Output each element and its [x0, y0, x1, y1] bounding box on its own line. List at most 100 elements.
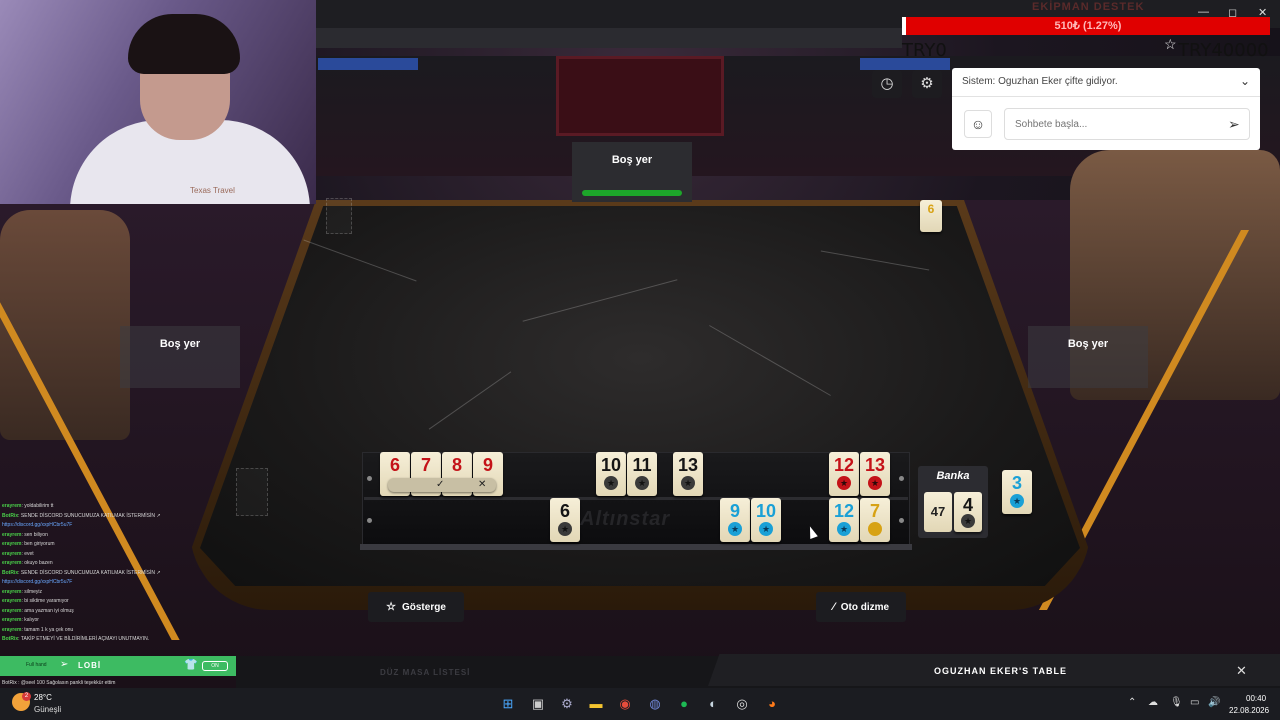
microphone-icon[interactable]: 🎙	[1170, 697, 1183, 708]
twitch-chat-user: erayrem	[2, 541, 22, 547]
shirt-icon[interactable]: 👕	[184, 658, 198, 671]
webcam-shirt-text: Texas Travel	[190, 186, 235, 195]
discard-slot-left[interactable]	[236, 468, 268, 516]
tile-number: 9	[729, 501, 740, 521]
chrome-icon[interactable]: ◉	[616, 695, 634, 713]
chevron-down-icon[interactable]: ⌄	[1240, 74, 1250, 88]
steam-icon[interactable]: ◐	[704, 695, 722, 713]
task-view-icon[interactable]: ▣	[529, 695, 547, 713]
file-explorer-icon[interactable]: ▬	[587, 695, 605, 713]
app-icon[interactable]: ◎	[733, 695, 751, 713]
star-icon: ★	[961, 514, 975, 528]
volume-icon[interactable]: 🔊	[1208, 697, 1220, 708]
rack-tile[interactable]: 12 ★	[829, 498, 859, 542]
close-icon[interactable]: ✕	[1236, 663, 1247, 679]
rack-base	[360, 544, 912, 550]
spotify-icon[interactable]: ●	[675, 695, 693, 713]
tile-number: 6	[927, 202, 935, 216]
twitch-chat-line: erayrem: evet	[2, 550, 236, 560]
rack-tile[interactable]: 12 ★	[829, 452, 859, 496]
twitch-chat-user: erayrem	[2, 531, 22, 538]
rack-tile[interactable]: 9 ★	[720, 498, 750, 542]
tile-number: 4	[962, 495, 973, 515]
rack-rivet	[367, 518, 372, 523]
twitch-chat-line: BotRix: SENDE DİSCORD SUNUCUMUZA KATILMA…	[2, 569, 236, 579]
maximize-icon[interactable]: ◻	[1228, 6, 1237, 19]
minimize-icon[interactable]: —	[1198, 6, 1209, 18]
rack-tile[interactable]: 13 ★	[860, 452, 890, 496]
rack-tile[interactable]: 10 ★	[596, 452, 626, 496]
lobby-toggle[interactable]: ON	[202, 661, 228, 671]
discord-icon[interactable]: ◍	[646, 695, 664, 713]
windows-start-icon[interactable]: ⊞	[499, 695, 517, 713]
tile-number: 13	[677, 455, 699, 475]
close-icon[interactable]: ✕	[478, 478, 486, 492]
twitch-chat-user: BotRix	[2, 512, 19, 519]
twitch-chat-text: : ben giriyorum	[21, 541, 55, 547]
twitch-chat-user: BotRix	[2, 636, 19, 642]
timer-icon[interactable]: ◷	[872, 70, 902, 98]
check-icon[interactable]: ✓	[436, 478, 444, 492]
extra-tile[interactable]: 3 ★	[1002, 470, 1032, 514]
goal-target: TRY40000	[1178, 40, 1269, 61]
magic-wand-icon: ⁄	[832, 601, 835, 613]
tile-number: 10	[755, 501, 777, 521]
settings-app-icon[interactable]: ⚙	[558, 695, 576, 713]
twitch-chat-text[interactable]: https://discord.gg/xxpHCbr5u7F	[2, 522, 72, 528]
rack-tile[interactable]: 7	[860, 498, 890, 542]
twitch-chat-text[interactable]: https://discord.gg/xxpHCbr5u7F	[2, 579, 72, 585]
discard-tile[interactable]: 6	[920, 200, 942, 232]
twitch-chat-user: BotRix	[2, 569, 19, 576]
oto-dizme-button[interactable]: ⁄ Oto dizme	[816, 592, 906, 622]
twitch-chat-user: erayrem	[2, 560, 22, 566]
tile-number: 8	[451, 455, 462, 475]
rack-tile[interactable]: 6 ★	[550, 498, 580, 542]
meld-bar: ✓ ✕	[388, 478, 496, 492]
twitch-chat-last-line: BotRix : @seel 100 Sağolasın pankli teşe…	[2, 680, 116, 686]
notification-badge: 2	[22, 692, 31, 701]
twitch-chat-line: erayrem: ama yazman iyi olmuş	[2, 607, 236, 617]
star-icon: ★	[635, 476, 649, 490]
twitch-chat-line: erayrem: bi siktime yaramıyor	[2, 597, 236, 607]
twitch-chat-user: erayrem	[2, 598, 22, 604]
network-icon[interactable]: ▭	[1190, 697, 1199, 708]
lobby-button[interactable]: Full hand ➢ LOBİ 👕 ON	[0, 656, 236, 676]
rack-tile[interactable]: 10 ★	[751, 498, 781, 542]
tile-number: 6	[559, 501, 570, 521]
firefox-icon[interactable]: ◕	[763, 695, 781, 713]
masa-list-tab[interactable]: DÜZ MASA LİSTESİ	[380, 668, 470, 677]
weather-temp: 28°C	[34, 693, 52, 702]
twitch-chat-line: erayrem: kalıyor	[2, 616, 236, 626]
rack-tile[interactable]: 13 ★	[673, 452, 703, 496]
twitch-chat-text: : yoldabilirim tt	[21, 503, 54, 509]
cloud-icon[interactable]: ☁	[1148, 697, 1158, 708]
send-icon[interactable]: ➢	[1228, 116, 1240, 133]
taskbar	[0, 688, 1280, 720]
bookmark-star-icon[interactable]: ☆	[1164, 36, 1177, 53]
rack-brand-logo: Altınstar	[580, 508, 671, 530]
gosterge-button[interactable]: ☆ Gösterge	[368, 592, 464, 622]
chat-system-message: Sistem: Oguzhan Eker çifte gidiyor.	[962, 76, 1118, 87]
rack-tile[interactable]: 11 ★	[627, 452, 657, 496]
chat-input[interactable]	[1004, 108, 1250, 140]
twitch-chat-text: : tamam 1 k ya çek onu	[21, 626, 74, 633]
twitch-chat-line: erayrem: tamam 1 k ya çek onu	[2, 626, 236, 636]
donation-progress-bar: 510₺ (1.27%)	[902, 17, 1270, 35]
rack-rivet	[899, 476, 904, 481]
emoji-icon[interactable]: ☺	[964, 110, 992, 138]
twitch-chat-user: erayrem	[2, 550, 22, 557]
seat-top[interactable]: Boş yer	[572, 142, 692, 202]
seat-right[interactable]: Boş yer	[1028, 326, 1148, 388]
twitch-chat-line: https://discord.gg/xxpHCbr5u7F	[2, 521, 236, 531]
seat-top-ready-bar	[582, 190, 682, 196]
star-icon: ★	[728, 522, 742, 536]
twitch-chat-text: : SENDE DİSCORD SUNUCUMUZA KATILMAK İSTE…	[18, 569, 161, 576]
chevron-up-icon[interactable]: ⌃	[1128, 697, 1136, 708]
discard-slot-top-left[interactable]	[326, 198, 352, 234]
indicator-tile: 4 ★	[954, 492, 982, 532]
rack-rivet	[367, 476, 372, 481]
close-window-icon[interactable]: ✕	[1258, 6, 1267, 19]
gear-icon[interactable]: ⚙	[912, 70, 942, 98]
twitch-chat-text: : kalıyor	[21, 617, 39, 623]
seat-left[interactable]: Boş yer	[120, 326, 240, 388]
